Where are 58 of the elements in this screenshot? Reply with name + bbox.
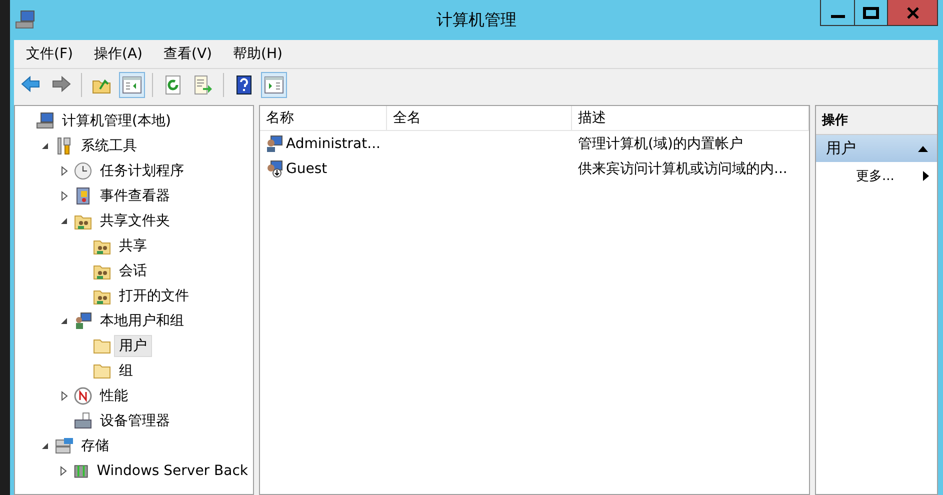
description: 供来宾访问计算机或访问域的内... [578,160,788,178]
collapse-triangle-icon[interactable] [41,442,49,450]
column-header[interactable]: 描述 [572,106,809,130]
gauge-icon [74,386,92,404]
user-icon [265,160,283,178]
computer-icon [15,10,35,30]
tree-item[interactable]: 打开的文件 [114,284,194,306]
expand-triangle-icon[interactable] [60,466,67,476]
tree-item[interactable]: 任务计划程序 [95,160,189,182]
tree-item[interactable]: 存储 [76,434,114,456]
expand-triangle-icon[interactable] [60,390,68,400]
expand-triangle-icon[interactable] [60,190,68,200]
users-icon [74,312,92,330]
user-name: Administrat... [286,136,380,152]
collapse-triangle-icon[interactable] [60,316,68,324]
section-label: 用户 [826,139,856,158]
menu-item[interactable]: 查看(V) [158,43,218,65]
tree-item[interactable]: 共享文件夹 [95,210,175,232]
menu-item[interactable]: 操作(A) [88,43,148,65]
folder-icon [93,336,111,354]
folder-icon [93,362,111,380]
column-header[interactable]: 名称 [260,106,387,130]
submenu-arrow-icon[interactable] [923,171,929,181]
tree-item[interactable]: 本地用户和组 [95,310,189,332]
storage-icon [55,436,73,454]
tree-item[interactable]: 性能 [95,384,133,406]
tree-item[interactable]: 设备管理器 [95,410,175,432]
maximize-icon[interactable] [863,6,879,18]
collapse-arrow-icon[interactable] [917,144,929,152]
user-icon [265,134,283,152]
user-name: Guest [286,160,328,176]
computer-icon [36,112,54,130]
tree-item[interactable]: 共享 [114,234,152,256]
collapse-triangle-icon[interactable] [41,142,49,150]
printer-icon [74,412,92,430]
tree-item[interactable]: 计算机管理(本地) [57,110,176,132]
tree-item[interactable]: 用户 [114,334,152,356]
window-title: 计算机管理 [436,10,516,29]
column-header[interactable]: 全名 [387,106,572,130]
tree-item[interactable]: 事件查看器 [95,184,175,206]
menu-item[interactable]: 帮助(H) [227,43,288,65]
tree-item[interactable]: Windows Server Back [92,460,253,480]
menu-item[interactable]: 文件(F) [20,43,79,65]
close-icon[interactable] [906,6,918,18]
description: 管理计算机(域)的内置帐户 [578,134,743,152]
tree-item[interactable]: 组 [114,360,138,382]
action-link[interactable]: 更多... [816,162,937,190]
tools-icon [55,136,73,154]
clock-icon [74,162,92,180]
action-label: 更多... [856,168,894,185]
actions-section-header[interactable]: 用户 [816,135,937,162]
actions-header: 操作 [816,106,937,135]
collapse-triangle-icon[interactable] [60,216,68,224]
close-button[interactable] [887,0,937,25]
tree-item[interactable]: 会话 [114,260,152,282]
log-book-icon [74,186,92,204]
tree-item[interactable]: 系统工具 [76,134,142,156]
expand-triangle-icon[interactable] [60,166,68,176]
